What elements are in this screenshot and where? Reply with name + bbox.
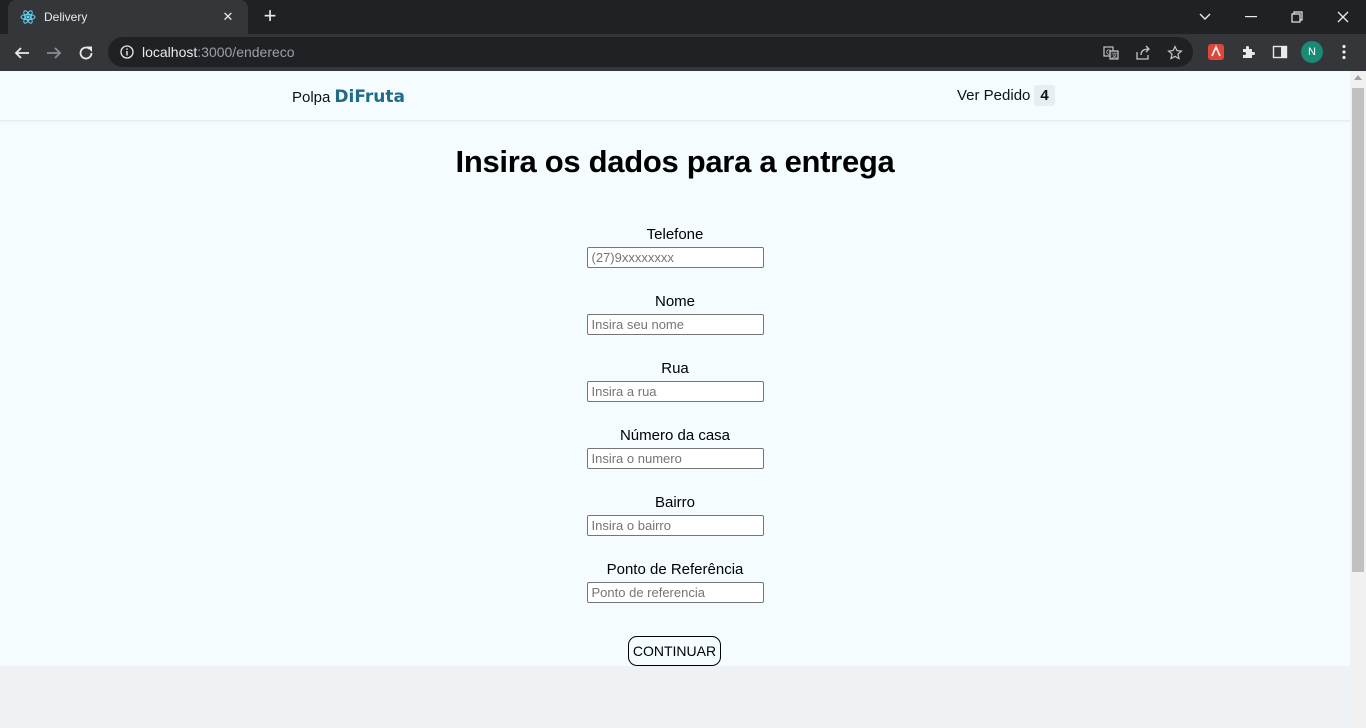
profile-avatar[interactable]: N xyxy=(1301,41,1323,63)
extension-icon[interactable] xyxy=(1206,42,1226,62)
reload-icon[interactable] xyxy=(73,40,99,66)
address-bar[interactable]: localhost:3000/endereco G文 xyxy=(108,37,1193,67)
order-count-badge: 4 xyxy=(1034,85,1055,106)
neighborhood-field: Bairro xyxy=(0,493,1350,536)
reference-point-label: Ponto de Referência xyxy=(606,561,744,578)
phone-label: Telefone xyxy=(646,226,704,243)
url-host: localhost xyxy=(142,44,198,60)
name-input[interactable] xyxy=(586,314,764,335)
view-order-link[interactable]: Ver Pedido 4 xyxy=(957,85,1055,106)
street-input[interactable] xyxy=(586,381,764,402)
close-tab-icon[interactable]: ✕ xyxy=(218,9,238,25)
neighborhood-input[interactable] xyxy=(586,515,764,536)
side-panel-icon[interactable] xyxy=(1270,42,1290,62)
house-number-input[interactable] xyxy=(586,448,764,469)
street-label: Rua xyxy=(661,360,689,377)
name-label: Nome xyxy=(654,293,695,310)
minimize-icon[interactable] xyxy=(1228,0,1274,34)
site-header: Polpa DiFruta Ver Pedido 4 xyxy=(0,71,1350,121)
house-number-field: Número da casa xyxy=(0,426,1350,469)
page-title: Insira os dados para a entrega xyxy=(455,144,895,179)
page-viewport: Polpa DiFruta Ver Pedido 4 Insira os dado… xyxy=(0,71,1350,728)
restore-icon[interactable] xyxy=(1274,0,1320,34)
reference-point-input[interactable] xyxy=(586,582,764,603)
site-info-icon[interactable] xyxy=(120,45,134,59)
phone-field: Telefone xyxy=(0,225,1350,268)
menu-kebab-icon[interactable] xyxy=(1334,42,1354,62)
continue-button[interactable]: CONTINUAR xyxy=(628,636,721,666)
forward-icon[interactable] xyxy=(41,40,67,66)
brand-logo[interactable]: Polpa DiFruta xyxy=(292,87,405,107)
phone-input[interactable] xyxy=(586,247,764,268)
tab-search-icon[interactable] xyxy=(1182,0,1228,34)
share-icon[interactable] xyxy=(1134,44,1152,62)
back-icon[interactable] xyxy=(9,40,35,66)
browser-tab-strip: Delivery ✕ + xyxy=(0,0,1366,34)
browser-tab[interactable]: Delivery ✕ xyxy=(8,0,248,34)
app-container: Polpa DiFruta Ver Pedido 4 Insira os dado… xyxy=(0,71,1350,666)
brand-name: DiFruta xyxy=(334,87,405,107)
brand-prefix: Polpa xyxy=(292,89,331,106)
bookmark-star-icon[interactable] xyxy=(1166,44,1184,62)
tab-title: Delivery xyxy=(44,10,88,24)
reference-point-field: Ponto de Referência xyxy=(0,560,1350,603)
page-scrollbar[interactable] xyxy=(1350,71,1366,728)
scroll-thumb[interactable] xyxy=(1352,88,1364,572)
scroll-up-arrow-icon[interactable] xyxy=(1354,75,1362,80)
name-field: Nome xyxy=(0,292,1350,335)
neighborhood-label: Bairro xyxy=(654,494,695,511)
url-path: :3000/endereco xyxy=(197,44,295,60)
browser-toolbar: localhost:3000/endereco G文 N xyxy=(0,34,1366,71)
translate-icon[interactable]: G文 xyxy=(1102,44,1120,62)
svg-text:文: 文 xyxy=(1112,52,1118,60)
new-tab-icon[interactable]: + xyxy=(258,5,282,29)
close-window-icon[interactable] xyxy=(1320,0,1366,34)
view-order-label: Ver Pedido xyxy=(957,87,1031,104)
house-number-label: Número da casa xyxy=(619,427,731,444)
street-field: Rua xyxy=(0,359,1350,402)
react-icon xyxy=(20,9,36,25)
extensions-puzzle-icon[interactable] xyxy=(1238,42,1258,62)
